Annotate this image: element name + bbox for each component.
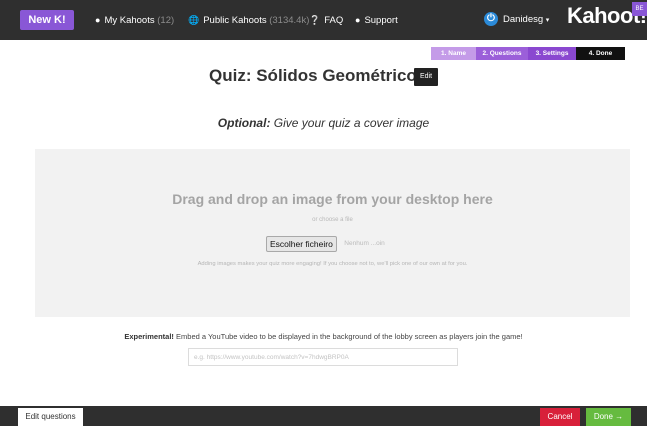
help-icon: ❔	[309, 15, 321, 25]
optional-label: Optional:	[217, 116, 271, 130]
public-kahoots-link[interactable]: 🌐 Public Kahoots (3134.4k)	[188, 12, 309, 28]
image-hint-text: Adding images makes your quiz more engag…	[197, 261, 468, 267]
done-button[interactable]: Done →	[586, 408, 631, 426]
youtube-embed-text: Embed a YouTube video to be displayed in…	[176, 332, 523, 341]
progress-steps: 1. Name 2. Questions 3. Settings 4. Done	[431, 47, 625, 60]
quiz-title: Quiz: Sólidos Geométricos	[209, 66, 427, 85]
youtube-url-input[interactable]	[188, 348, 458, 366]
my-kahoots-count: (12)	[157, 15, 175, 26]
chat-bubble-icon: ●	[355, 15, 361, 25]
step-done[interactable]: 4. Done	[576, 47, 625, 60]
power-icon: ⏻	[484, 12, 498, 27]
step-settings[interactable]: 3. Settings	[528, 47, 576, 60]
public-kahoots-count: (3134.4k)	[269, 15, 310, 26]
faq-link[interactable]: ❔ FAQ	[309, 12, 343, 28]
user-menu[interactable]: ⏻ Danidesg ▾	[484, 10, 549, 30]
edit-title-button[interactable]: Edit	[414, 68, 438, 86]
no-file-selected-text: Nenhum ...oin	[344, 240, 385, 248]
file-picker: Escolher ficheiro Nenhum ...oin	[266, 235, 385, 252]
chevron-down-icon: ▾	[545, 17, 550, 24]
new-kahoot-button[interactable]: New K!	[20, 10, 74, 30]
drop-zone-title: Drag and drop an image from your desktop…	[172, 191, 493, 207]
cancel-button[interactable]: Cancel	[540, 408, 580, 426]
top-nav: New K! ● My Kahoots (12) 🌐 Public Kahoots …	[0, 0, 647, 40]
cover-image-prompt: Optional: Give your quiz a cover image	[0, 116, 647, 130]
image-drop-zone[interactable]: Drag and drop an image from your desktop…	[35, 149, 630, 317]
bottom-bar: Edit questions Cancel Done →	[0, 406, 647, 426]
step-questions[interactable]: 2. Questions	[476, 47, 528, 60]
my-kahoots-link[interactable]: ● My Kahoots (12)	[95, 12, 174, 28]
faq-label: FAQ	[324, 15, 344, 26]
globe-icon: 🌐	[188, 15, 200, 25]
youtube-embed-description: Experimental! Embed a YouTube video to b…	[0, 332, 647, 341]
username: Danidesg	[503, 14, 544, 25]
support-label: Support	[364, 15, 398, 26]
user-icon: ●	[95, 15, 101, 25]
beta-badge: BE	[632, 2, 647, 16]
public-kahoots-label: Public Kahoots	[203, 15, 267, 26]
cover-image-text: Give your quiz a cover image	[273, 116, 430, 130]
choose-file-button[interactable]: Escolher ficheiro	[266, 235, 337, 252]
or-choose-file-text: or choose a file	[312, 217, 353, 223]
edit-questions-button[interactable]: Edit questions	[18, 408, 83, 426]
support-link[interactable]: ● Support	[355, 12, 398, 28]
step-name[interactable]: 1. Name	[431, 47, 476, 60]
experimental-label: Experimental!	[124, 332, 174, 341]
my-kahoots-label: My Kahoots	[104, 15, 155, 26]
